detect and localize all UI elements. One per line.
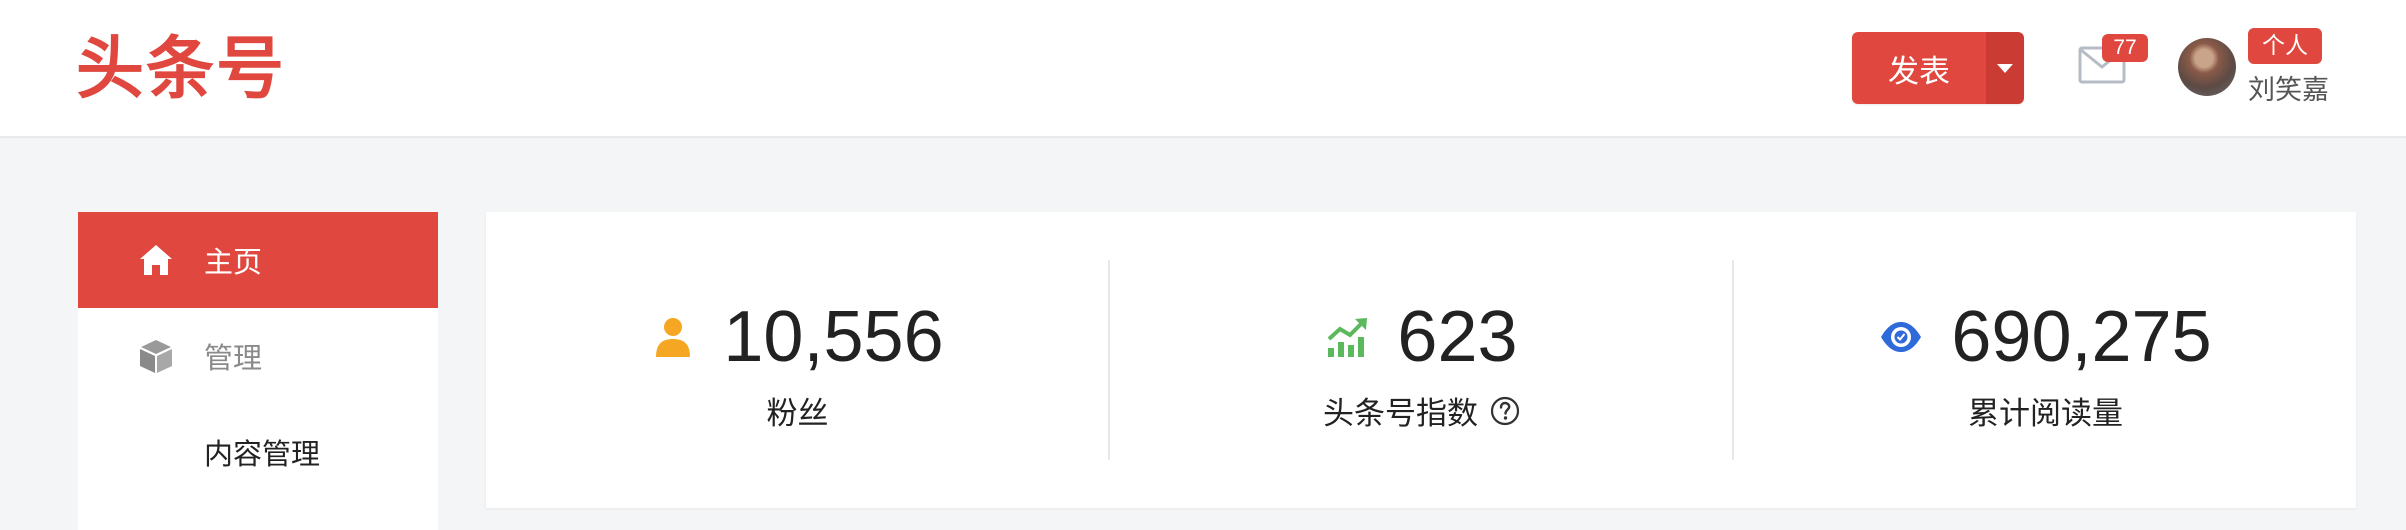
person-icon — [656, 318, 691, 357]
eye-icon — [1881, 322, 1922, 352]
sidebar-item-label: 内容管理 — [204, 437, 321, 471]
sidebar-item-manage[interactable]: 管理 — [78, 308, 438, 404]
stat-toutiao-index: 623 头条号指数 — [1110, 212, 1733, 508]
sidebar-item-label: 管理 — [204, 341, 263, 375]
followers-count: 10,556 — [723, 297, 944, 377]
toutiao-logo[interactable]: 头条号 — [76, 30, 286, 110]
cube-icon — [140, 340, 172, 373]
total-reads-label: 累计阅读量 — [1734, 388, 2357, 433]
sidebar-item-label: 主页 — [204, 245, 263, 279]
account-type-badge: 个人 — [2248, 28, 2322, 64]
help-icon[interactable] — [1490, 396, 1520, 426]
stat-followers: 10,556 粉丝 — [486, 212, 1109, 508]
sidebar: 主页 管理 内容管理 — [78, 212, 438, 530]
trend-up-icon — [1328, 318, 1368, 357]
total-reads-label-text: 累计阅读量 — [1968, 396, 2123, 432]
followers-label: 粉丝 — [486, 388, 1109, 433]
toutiao-index-label: 头条号指数 — [1110, 388, 1733, 433]
stats-card: 10,556 粉丝 623 头条号指数 690,275 累计阅读量 — [486, 212, 2356, 508]
top-header: 头条号 发表 77 个人 刘笑嘉 — [0, 0, 2406, 138]
sidebar-item-content-management[interactable]: 内容管理 — [78, 404, 438, 500]
avatar[interactable] — [2178, 38, 2236, 96]
publish-button[interactable]: 发表 — [1852, 32, 1986, 104]
mail-count-badge: 77 — [2102, 34, 2148, 62]
publish-button-group: 发表 — [1852, 32, 2024, 104]
stat-total-reads: 690,275 累计阅读量 — [1734, 212, 2357, 508]
followers-label-text: 粉丝 — [766, 396, 829, 432]
sidebar-item-home[interactable]: 主页 — [78, 212, 438, 308]
chevron-down-icon — [1997, 63, 2013, 73]
toutiao-index-value: 623 — [1397, 297, 1518, 377]
publish-dropdown-toggle[interactable] — [1986, 32, 2024, 104]
total-reads-value: 690,275 — [1951, 297, 2212, 377]
toutiao-index-label-text: 头条号指数 — [1323, 396, 1478, 432]
user-name[interactable]: 刘笑嘉 — [2248, 68, 2329, 107]
home-icon — [140, 245, 172, 275]
